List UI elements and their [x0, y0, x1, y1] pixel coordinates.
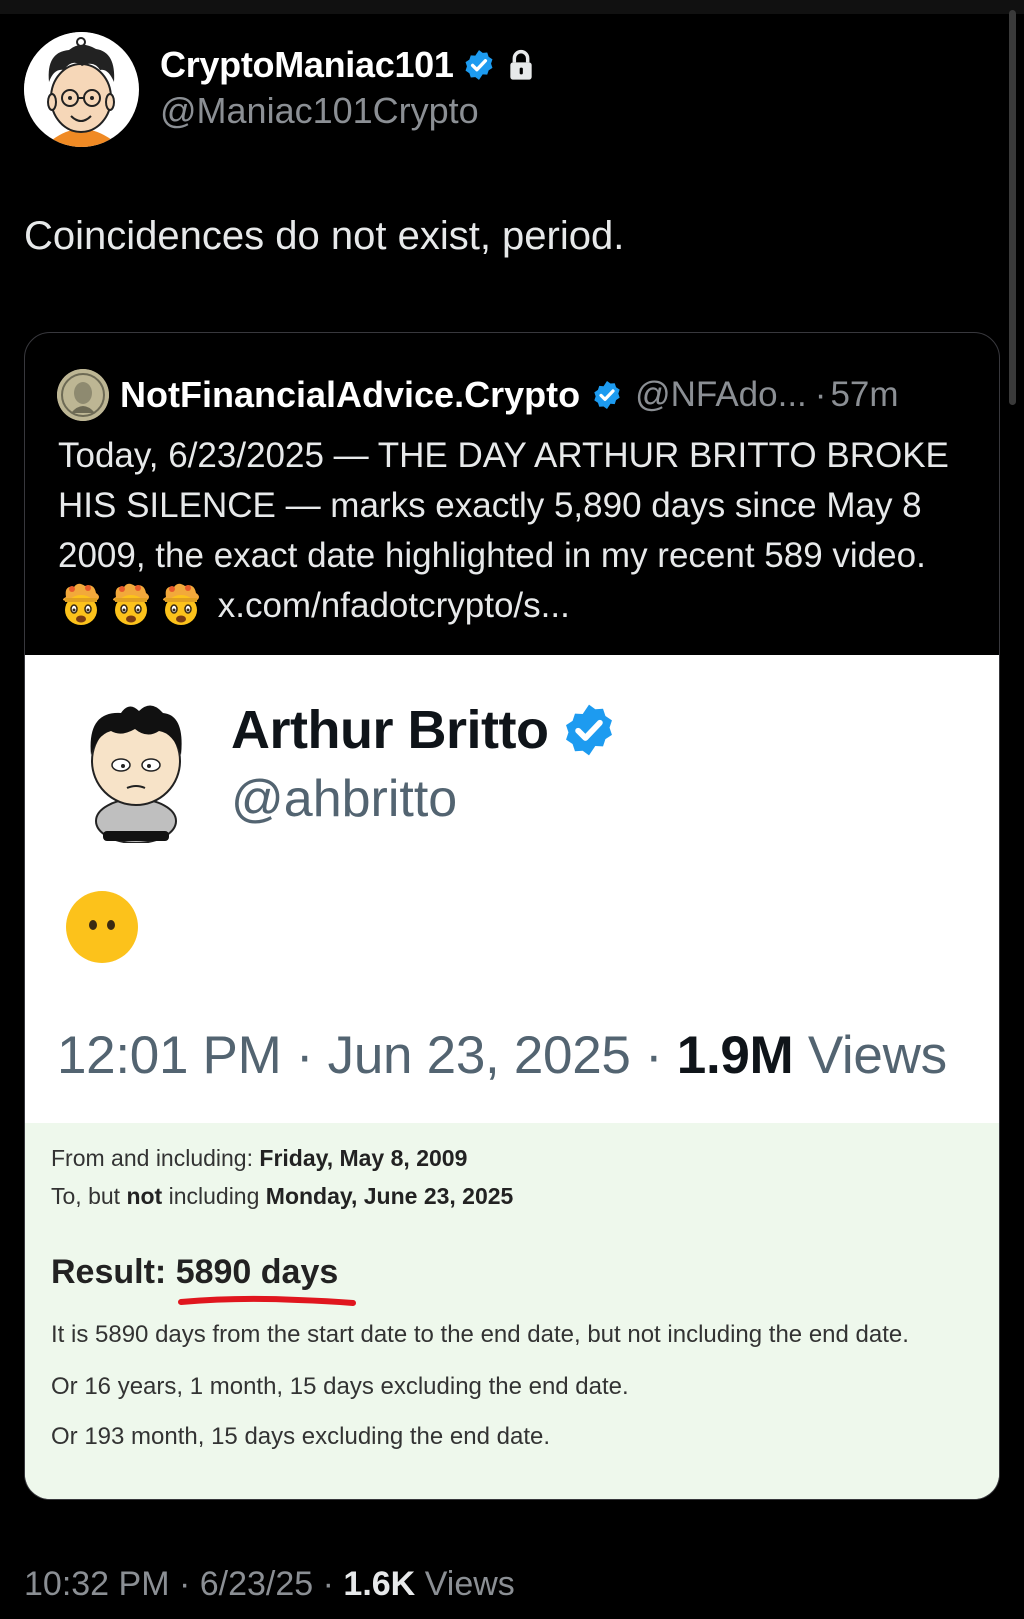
calc-description-days: It is 5890 days from the start date to t…: [51, 1321, 909, 1348]
calc-result-value: 5890 days: [175, 1253, 339, 1291]
scrollbar[interactable]: [1009, 10, 1016, 405]
separator-dot: ·: [281, 1026, 328, 1085]
calc-result-label: Result:: [51, 1253, 176, 1291]
embedded-avatar: [90, 705, 182, 843]
post-time[interactable]: 10:32 PM: [24, 1565, 170, 1603]
quoted-handle[interactable]: @NFAdo...: [635, 375, 807, 415]
embedded-views-label: Views: [807, 1026, 947, 1085]
display-name[interactable]: CryptoManiac101: [160, 44, 454, 86]
embedded-views-count: 1.9M: [676, 1026, 794, 1085]
calc-to-value: Monday, June 23, 2025: [265, 1183, 514, 1209]
calc-to-line: To, but not including Monday, June 23, 2…: [51, 1183, 513, 1210]
separator-dot: ·: [313, 1565, 344, 1603]
red-underline-mark: [178, 1295, 356, 1306]
post-views-count: 1.6K: [343, 1565, 416, 1603]
lock-icon: [509, 49, 532, 80]
embedded-image[interactable]: Arthur Britto @ahbritto 12:01 PM · Jun 2…: [25, 655, 999, 1499]
embedded-meta: 12:01 PM · Jun 23, 2025 · 1.9M Views: [57, 1025, 947, 1086]
quoted-post-header: NotFinancialAdvice.Crypto @NFAdo... · 57…: [57, 369, 899, 421]
embedded-date: Jun 23, 2025: [327, 1026, 631, 1085]
calc-from-label: From and including:: [51, 1145, 260, 1171]
calc-to-label-2: including: [162, 1183, 266, 1209]
avatar[interactable]: [24, 32, 139, 147]
quoted-avatar[interactable]: [57, 369, 109, 421]
verified-badge-icon: [594, 381, 620, 409]
post-author[interactable]: CryptoManiac101 @Maniac101Crypto: [24, 32, 536, 147]
calc-from-value: Friday, May 8, 2009: [259, 1145, 468, 1171]
quoted-post-text: Today, 6/23/2025 — THE DAY ARTHUR BRITTO…: [58, 431, 978, 631]
calc-from-line: From and including: Friday, May 8, 2009: [51, 1145, 467, 1172]
separator-dot: ·: [630, 1026, 677, 1085]
quoted-display-name[interactable]: NotFinancialAdvice.Crypto: [120, 374, 580, 416]
embedded-author: Arthur Britto @ahbritto: [81, 693, 618, 843]
verified-badge-icon: [465, 50, 493, 80]
embedded-handle: @ahbritto: [231, 770, 458, 828]
calc-result: Result: 5890 days: [51, 1253, 338, 1292]
quoted-timestamp[interactable]: 57m: [830, 375, 898, 415]
exploding-head-emoji-icon: [63, 583, 99, 625]
separator-dot: ·: [169, 1565, 200, 1603]
post-text: Coincidences do not exist, period.: [24, 214, 625, 258]
post-views-label: Views: [424, 1565, 515, 1603]
calc-description-months: Or 193 month, 15 days excluding the end …: [51, 1423, 550, 1450]
mind-blown-emoji-group: [58, 583, 208, 625]
verified-badge-icon: [566, 704, 613, 756]
post-date[interactable]: 6/23/25: [200, 1565, 313, 1603]
post-footer-meta: 10:32 PM · 6/23/25 · 1.6K Views: [24, 1565, 515, 1604]
calc-to-not: not: [126, 1183, 163, 1209]
exploding-head-emoji-icon: [113, 583, 149, 625]
quoted-text-main: Today, 6/23/2025 — THE DAY ARTHUR BRITTO…: [58, 436, 949, 575]
quoted-text-link[interactable]: x.com/nfadotcrypto/s...: [208, 586, 570, 625]
separator-dot: ·: [814, 375, 827, 414]
embedded-display-name: Arthur Britto: [231, 700, 549, 760]
handle[interactable]: @Maniac101Crypto: [160, 90, 536, 132]
exploding-head-emoji-icon: [163, 583, 199, 625]
quoted-post-card[interactable]: NotFinancialAdvice.Crypto @NFAdo... · 57…: [24, 332, 1000, 1500]
calc-to-label: To, but: [51, 1183, 127, 1209]
top-bar: [0, 0, 1024, 14]
embedded-time: 12:01 PM: [57, 1026, 282, 1085]
date-calculator-result: From and including: Friday, May 8, 2009 …: [25, 1123, 999, 1499]
calc-description-years: Or 16 years, 1 month, 15 days excluding …: [51, 1373, 629, 1400]
face-without-mouth-emoji-icon: [66, 891, 138, 963]
